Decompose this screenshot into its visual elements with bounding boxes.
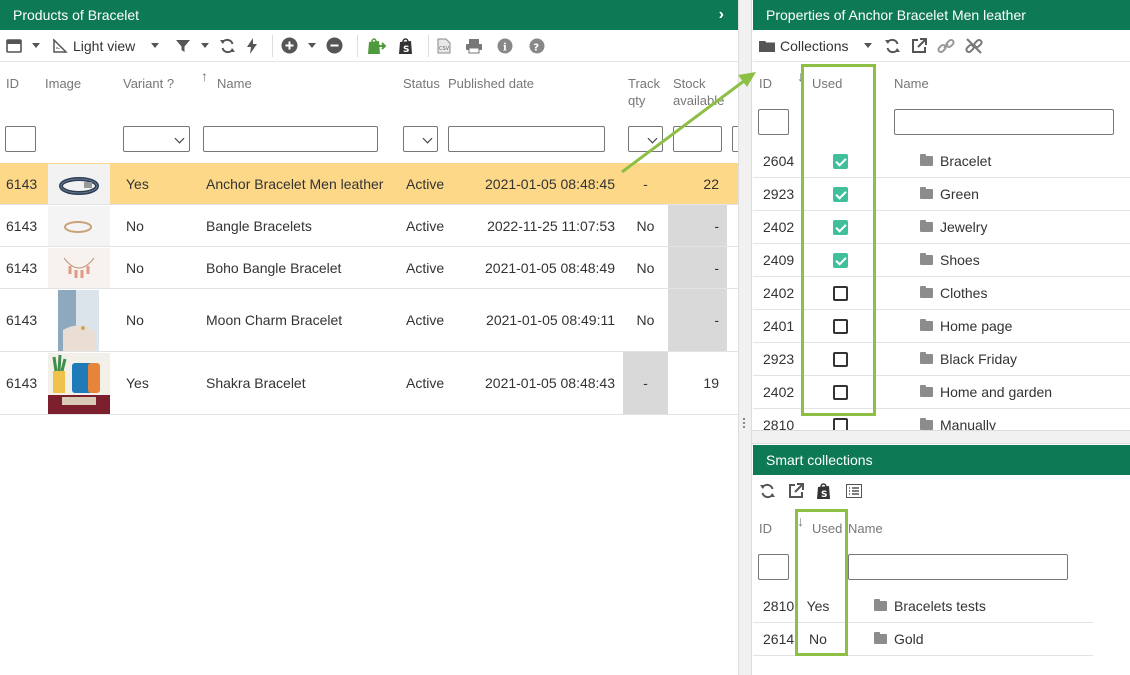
annotation-arrow [621, 72, 756, 174]
